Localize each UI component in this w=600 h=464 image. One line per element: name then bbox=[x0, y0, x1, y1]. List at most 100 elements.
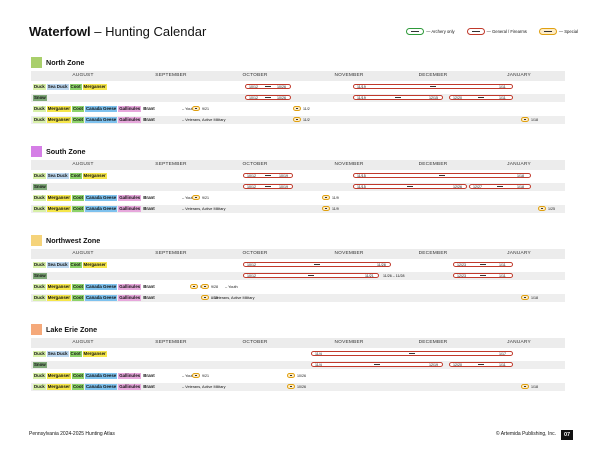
table-row: Duck Merganser Coot Canada Geese Gallinules B… bbox=[31, 116, 565, 124]
species-tag-duck: Duck bbox=[33, 195, 46, 201]
footer-right: © Artemida Publishing, Inc. bbox=[495, 431, 556, 437]
row-note: – Veterans, Active Military bbox=[182, 385, 226, 389]
table-row: Snow 10/12 10/19 11/15 12/26 12/27 1/18 bbox=[31, 183, 565, 191]
species-tag-brant: Brant bbox=[143, 284, 155, 289]
row-note: – Veterans, Active Military bbox=[182, 118, 226, 122]
special-season-marker[interactable] bbox=[190, 284, 198, 289]
species-tag-merg: Merganser bbox=[46, 384, 71, 390]
special-season-marker[interactable] bbox=[192, 195, 200, 200]
season-bar[interactable] bbox=[243, 262, 391, 267]
table-row: Duck Merganser Coot Canada Geese Gallinules B… bbox=[31, 105, 565, 113]
zone-title: Lake Erie Zone bbox=[31, 324, 97, 335]
species-tag-merg: Merganser bbox=[46, 373, 71, 379]
special-date: 9/21 bbox=[202, 196, 209, 200]
month-label: OCTOBER bbox=[242, 73, 268, 78]
month-label: OCTOBER bbox=[242, 340, 268, 345]
season-start-date: 10/12 bbox=[247, 185, 256, 189]
row-note: – Youth bbox=[225, 285, 238, 289]
special-season-marker[interactable] bbox=[322, 195, 330, 200]
species-tags: Duck Merganser Coot Canada Geese Gallinules B… bbox=[33, 106, 156, 112]
species-tag-merg: Merganser bbox=[46, 295, 71, 301]
species-tag-coot: Coot bbox=[71, 295, 84, 301]
season-end-date: 1/11 bbox=[499, 274, 506, 278]
month-label: JANUARY bbox=[507, 162, 531, 167]
special-pill-icon bbox=[538, 28, 557, 35]
species-tag-sea: Sea Duck bbox=[46, 262, 69, 268]
month-label: JANUARY bbox=[507, 251, 531, 256]
month-label: DECEMBER bbox=[418, 251, 448, 256]
table-row: Duck Sea Duck Coot Merganser 10/12 11/28 12/23… bbox=[31, 261, 565, 269]
special-season-marker[interactable] bbox=[287, 373, 295, 378]
table-row: Snow 10/12 10/26 11/19 12/15 12/20 1/11 bbox=[31, 94, 565, 102]
footer-left: Pennsylvania 2024-2025 Hunting Atlas bbox=[29, 431, 115, 437]
season-start-date: 12/27 bbox=[473, 185, 482, 189]
species-tag-coot: Coot bbox=[69, 351, 82, 357]
special-season-marker[interactable] bbox=[521, 117, 529, 122]
archery-pill-icon bbox=[406, 28, 425, 35]
species-tag-snow: Snow bbox=[33, 184, 47, 190]
general-pill-icon bbox=[466, 28, 485, 35]
month-label: JANUARY bbox=[507, 340, 531, 345]
species-tag-brant: Brant bbox=[143, 373, 155, 378]
species-tag-brant: Brant bbox=[143, 106, 155, 111]
species-tags: Duck Sea Duck Coot Merganser bbox=[33, 262, 107, 268]
title-main: Waterfowl bbox=[29, 24, 91, 39]
special-season-marker[interactable] bbox=[192, 106, 200, 111]
zone-swatch bbox=[31, 324, 42, 335]
season-start-date: 10/12 bbox=[249, 85, 258, 89]
special-season-marker[interactable] bbox=[293, 106, 301, 111]
species-tag-coot: Coot bbox=[71, 106, 84, 112]
special-season-marker[interactable] bbox=[521, 295, 529, 300]
special-season-marker[interactable] bbox=[201, 295, 209, 300]
season-end-date: 1/11 bbox=[499, 96, 506, 100]
species-tags: Duck Merganser Coot Canada Geese Gallinules B… bbox=[33, 117, 156, 123]
zone-2: Northwest Zone AUGUST SEPTEMBER OCTOBER NOVE… bbox=[31, 235, 565, 305]
season-start-date: 11/15 bbox=[357, 174, 366, 178]
season-start-date: 12/20 bbox=[453, 96, 462, 100]
species-tag-brant: Brant bbox=[143, 295, 155, 300]
season-bar[interactable] bbox=[311, 362, 443, 367]
species-tag-gall: Gallinules bbox=[118, 117, 142, 123]
special-season-marker[interactable] bbox=[287, 384, 295, 389]
species-tag-cgeese: Canada Geese bbox=[84, 117, 118, 123]
species-tag-brant: Brant bbox=[143, 206, 155, 211]
month-label: NOVEMBER bbox=[334, 162, 364, 167]
season-bar[interactable] bbox=[353, 84, 513, 89]
season-end-date: 11/21 bbox=[365, 274, 374, 278]
month-label: NOVEMBER bbox=[334, 251, 364, 256]
legend-archery: — Archery only bbox=[406, 28, 455, 35]
season-end-date: 1/18 bbox=[517, 185, 524, 189]
species-tag-coot: Coot bbox=[69, 173, 82, 179]
special-date: 9/21 bbox=[202, 374, 209, 378]
species-tag-duck: Duck bbox=[33, 351, 46, 357]
special-season-marker[interactable] bbox=[538, 206, 546, 211]
season-bar[interactable] bbox=[243, 273, 379, 278]
special-season-marker[interactable] bbox=[521, 384, 529, 389]
species-tag-gall: Gallinules bbox=[118, 384, 142, 390]
zone-title: North Zone bbox=[31, 57, 84, 68]
page-title: Waterfowl – Hunting Calendar bbox=[29, 24, 206, 39]
month-label: OCTOBER bbox=[242, 162, 268, 167]
season-end-date: 10/19 bbox=[279, 174, 288, 178]
species-tag-duck: Duck bbox=[33, 284, 46, 290]
species-tags: Duck Merganser Coot Canada Geese Gallinules B… bbox=[33, 295, 156, 301]
season-bar[interactable] bbox=[311, 351, 513, 356]
month-header: AUGUST SEPTEMBER OCTOBER NOVEMBER DECEMBER JA… bbox=[31, 249, 565, 259]
species-tag-duck: Duck bbox=[33, 373, 46, 379]
species-tag-merg: Merganser bbox=[82, 351, 107, 357]
season-bar[interactable] bbox=[353, 184, 467, 189]
table-row: Duck Merganser Coot Canada Geese Gallinules B… bbox=[31, 283, 565, 291]
special-season-marker[interactable] bbox=[293, 117, 301, 122]
month-label: OCTOBER bbox=[242, 251, 268, 256]
month-label: SEPTEMBER bbox=[155, 162, 187, 167]
special-season-marker[interactable] bbox=[322, 206, 330, 211]
species-tag-snow: Snow bbox=[33, 362, 47, 368]
table-row: Duck Merganser Coot Canada Geese Gallinules B… bbox=[31, 194, 565, 202]
species-tag-cgeese: Canada Geese bbox=[84, 195, 118, 201]
month-label: JANUARY bbox=[507, 73, 531, 78]
species-tags: Duck Merganser Coot Canada Geese Gallinules B… bbox=[33, 206, 156, 212]
zone-title: South Zone bbox=[31, 146, 86, 157]
special-season-marker[interactable] bbox=[192, 373, 200, 378]
special-season-marker[interactable] bbox=[201, 284, 209, 289]
season-bar[interactable] bbox=[353, 173, 531, 178]
